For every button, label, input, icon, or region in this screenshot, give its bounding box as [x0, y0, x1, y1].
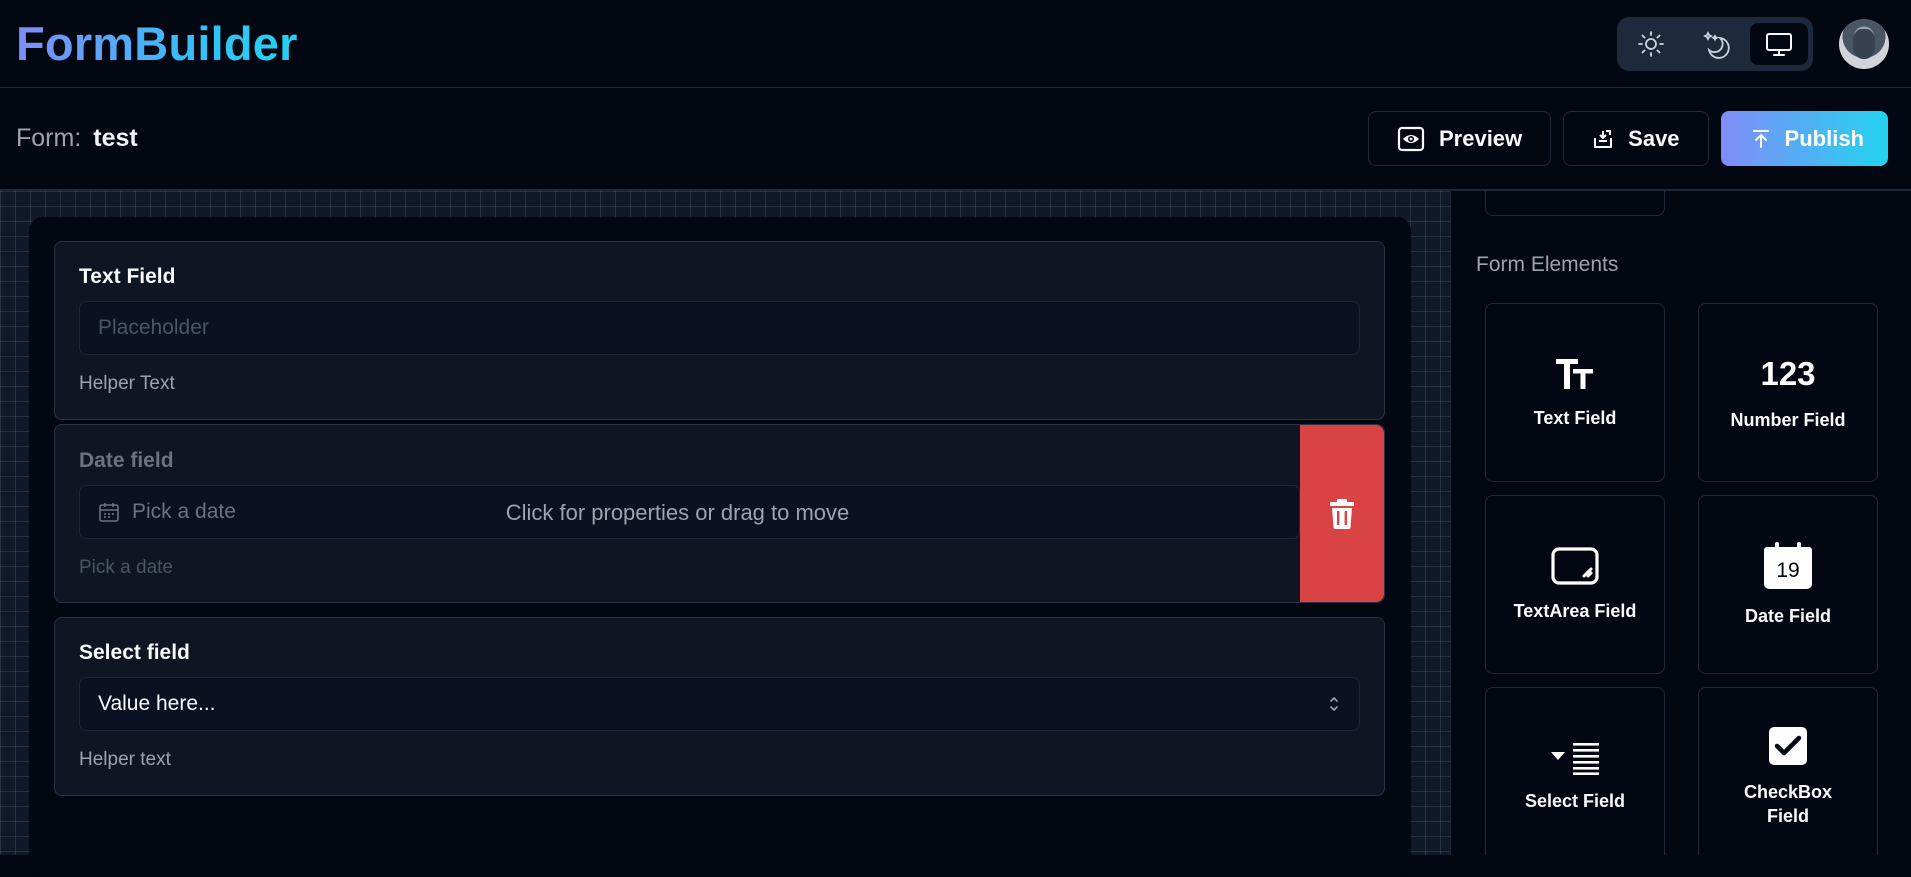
text-field-element[interactable]: Text Field [1485, 303, 1665, 482]
form-title: Form: test [16, 124, 138, 153]
text-field-helper: Helper Text [79, 373, 175, 394]
navbar-right [1617, 16, 1889, 71]
select-field-trigger[interactable]: Value here... [79, 677, 1360, 731]
number-field-element[interactable]: 123 Number Field [1698, 303, 1878, 482]
top-navbar: FormBuilder [0, 0, 1911, 88]
select-field-element[interactable]: Select Field [1485, 687, 1665, 855]
save-button[interactable]: Save [1563, 111, 1709, 166]
checkbox-field-element-label: CheckBox Field [1743, 781, 1833, 826]
text-field-input[interactable]: Placeholder [79, 301, 1360, 355]
designer-canvas: Text Field Placeholder Helper Text Date … [0, 191, 1450, 877]
form-elements-heading: Form Elements [1476, 253, 1619, 276]
publish-button-label: Publish [1784, 125, 1864, 151]
form-actions: Preview Save Publish [1367, 111, 1888, 166]
sun-icon [1638, 30, 1664, 57]
list-select-icon [1551, 742, 1599, 775]
layout-element-tile[interactable] [1485, 191, 1665, 216]
text-field-label: Text Field [79, 265, 176, 288]
trash-icon [1330, 498, 1354, 529]
textarea-field-element[interactable]: TextArea Field [1485, 495, 1665, 674]
date-field-helper: Pick a date [79, 557, 173, 578]
date-field-element-label: Date Field [1744, 605, 1832, 626]
moon-stars-icon [1702, 30, 1730, 59]
text-field-element-label: Text Field [1533, 407, 1617, 428]
form-designer-dropzone[interactable]: Text Field Placeholder Helper Text Date … [29, 217, 1411, 877]
date-field-element[interactable]: 19 Date Field [1698, 495, 1878, 674]
chevron-up-down-icon [1330, 697, 1338, 711]
dark-theme-button[interactable] [1686, 23, 1744, 65]
publish-button[interactable]: Publish [1720, 111, 1888, 166]
date-field-label: Date field [79, 449, 174, 472]
textarea-icon [1551, 546, 1599, 585]
form-title-label: Form: [16, 124, 82, 152]
select-field-card[interactable]: Select field Value here... Helper text [54, 617, 1385, 796]
theme-switcher [1617, 16, 1813, 71]
form-header-bar: Form: test Preview Save Publish [0, 88, 1911, 191]
save-icon [1594, 129, 1613, 148]
select-field-element-label: Select Field [1524, 790, 1626, 811]
number-icon: 123 [1760, 354, 1816, 392]
system-theme-button[interactable] [1750, 22, 1808, 65]
light-theme-button[interactable] [1622, 23, 1680, 65]
delete-field-button[interactable] [1300, 425, 1384, 602]
select-field-helper: Helper text [79, 749, 171, 770]
textarea-field-element-label: TextArea Field [1513, 600, 1637, 621]
select-field-placeholder: Value here... [98, 692, 216, 715]
number-field-element-label: Number Field [1730, 409, 1846, 430]
save-button-label: Save [1628, 125, 1680, 151]
preview-button[interactable]: Preview [1367, 111, 1552, 166]
upload-icon [1752, 129, 1769, 148]
form-name: test [93, 124, 138, 152]
checkbox-field-element[interactable]: CheckBox Field [1698, 687, 1878, 855]
select-field-label: Select field [79, 641, 190, 664]
text-format-icon [1556, 358, 1593, 389]
monitor-icon [1766, 32, 1792, 56]
calendar-date-icon: 19 [1763, 541, 1813, 590]
text-field-placeholder: Placeholder [98, 316, 209, 339]
elements-sidebar: Form Elements Text Field 123 Number Fiel… [1450, 191, 1911, 855]
eye-icon [1397, 126, 1425, 151]
user-avatar[interactable] [1839, 18, 1889, 69]
drag-hint-text: Click for properties or drag to move [505, 500, 850, 525]
calendar-day-number: 19 [1776, 558, 1800, 582]
app-logo[interactable]: FormBuilder [16, 16, 298, 71]
date-field-card[interactable]: Date field Pick a date Pick a date Click… [54, 424, 1385, 603]
preview-button-label: Preview [1438, 125, 1523, 151]
checkbox-icon [1769, 726, 1807, 765]
text-field-card[interactable]: Text Field Placeholder Helper Text [54, 241, 1385, 420]
